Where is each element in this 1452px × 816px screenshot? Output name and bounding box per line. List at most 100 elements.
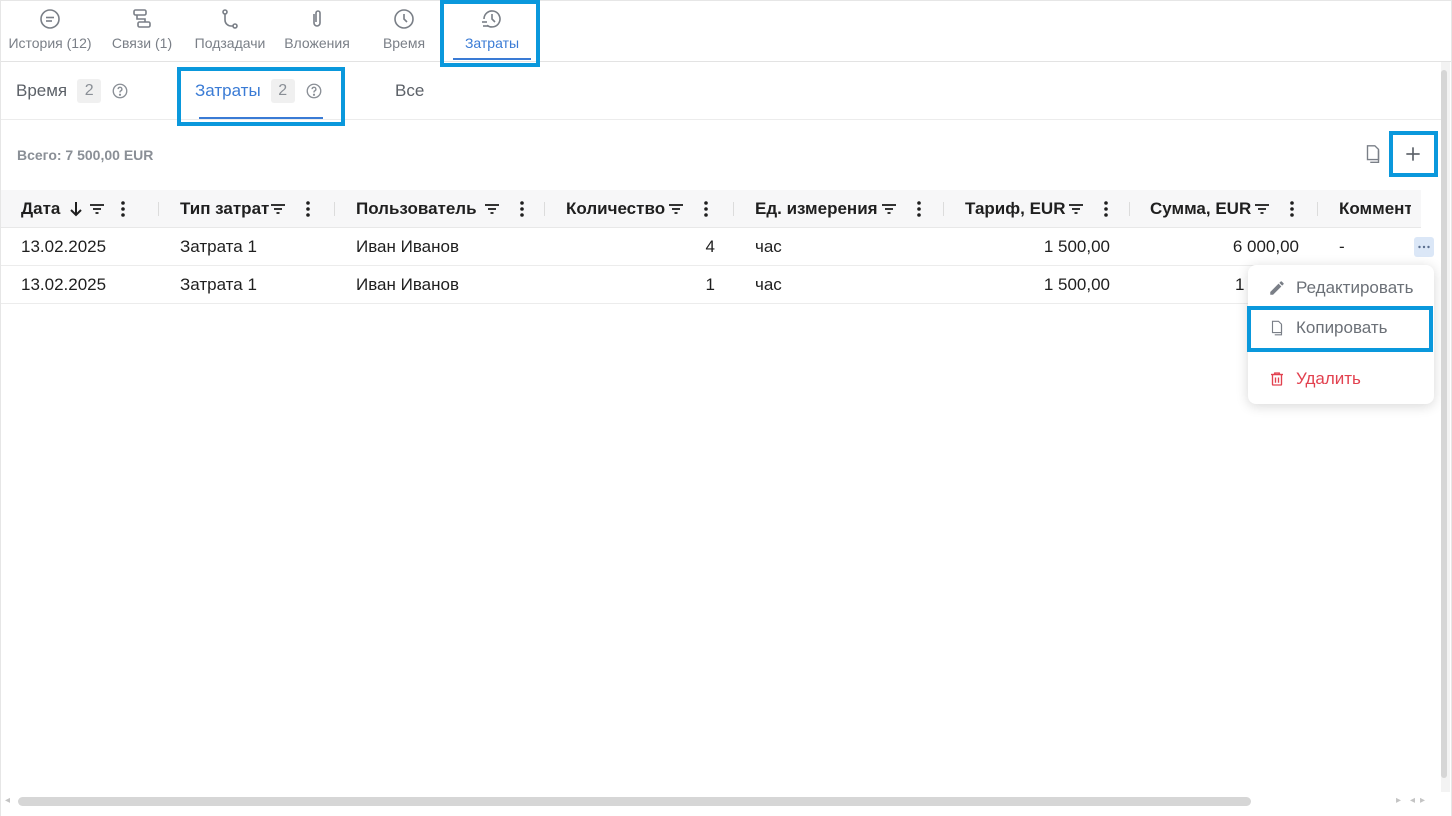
tab-attachments[interactable]: Вложения (280, 1, 354, 61)
sub-tab-bar: Время 2 Затраты 2 Все (1, 62, 1441, 120)
cell-rate: 1 500,00 (1043, 275, 1110, 294)
column-label: Тип затрат (180, 199, 270, 218)
cell-unit: час (755, 237, 782, 256)
copy-icon (1271, 320, 1283, 336)
cell-type: Затрата 1 (180, 275, 257, 294)
column-header-rate[interactable]: Тариф, EUR (965, 190, 1109, 228)
column-header-user[interactable]: Пользователь (356, 190, 525, 228)
filter-icon[interactable] (1253, 200, 1271, 218)
clock-icon (394, 9, 414, 29)
add-cost-button[interactable] (1398, 139, 1428, 169)
paperclip-icon (313, 10, 321, 27)
scroll-left-arrow-icon[interactable]: ◂ (1410, 795, 1415, 806)
cell-quantity: 1 (705, 275, 715, 294)
subtab-costs[interactable]: Затраты 2 (195, 62, 323, 120)
tab-subtasks[interactable]: Подзадачи (190, 1, 270, 61)
scroll-left-arrow-icon[interactable]: ◂ (5, 795, 10, 806)
menu-item-delete[interactable]: Удалить (1248, 360, 1434, 398)
column-menu-icon[interactable] (916, 200, 922, 218)
column-header-comment[interactable]: Коммент (1339, 190, 1411, 228)
cell-rate: 1 500,00 (1043, 237, 1110, 256)
tab-history-label: История (12) (8, 35, 92, 51)
column-header-date[interactable]: Дата (21, 190, 126, 228)
column-label: Пользователь (356, 199, 477, 218)
plus-icon (1406, 147, 1420, 161)
column-separator[interactable] (943, 202, 944, 216)
filter-icon[interactable] (483, 200, 501, 218)
help-icon[interactable] (305, 82, 323, 100)
column-header-quantity[interactable]: Количество (566, 190, 709, 228)
cell-type: Затрата 1 (180, 237, 257, 256)
table-row[interactable]: 13.02.2025 Затрата 1 Иван Иванов 1 час 1… (1, 266, 1421, 304)
costs-table: Дата Тип затрат Пользователь Количество … (1, 190, 1421, 304)
column-label: Ед. измерения (755, 199, 878, 218)
filter-icon[interactable] (667, 200, 685, 218)
trash-icon (1271, 372, 1283, 386)
row-context-menu: Редактировать Копировать Удалить (1248, 265, 1434, 404)
row-actions-button[interactable] (1414, 237, 1434, 257)
column-header-unit[interactable]: Ед. измерения (755, 190, 922, 228)
column-separator[interactable] (158, 202, 159, 216)
tab-time-label: Время (382, 35, 426, 51)
tab-links[interactable]: Связи (1) (109, 1, 175, 61)
tab-links-label: Связи (1) (111, 35, 173, 51)
cell-date: 13.02.2025 (21, 237, 107, 256)
subtab-costs-count: 2 (270, 79, 295, 103)
menu-item-label: Удалить (1296, 369, 1361, 388)
filter-icon[interactable] (880, 200, 898, 218)
tab-costs[interactable]: Затраты (447, 1, 537, 61)
subtab-time[interactable]: Время 2 (16, 62, 129, 120)
tab-history[interactable]: История (12) (5, 1, 95, 61)
column-label: Количество (566, 199, 666, 218)
column-separator[interactable] (1129, 202, 1130, 216)
subtab-time-label: Время (16, 81, 68, 100)
menu-item-edit[interactable]: Редактировать (1248, 269, 1434, 307)
menu-item-copy[interactable]: Копировать (1248, 309, 1434, 347)
column-menu-icon[interactable] (519, 200, 525, 218)
cell-unit: час (755, 275, 782, 294)
table-row[interactable]: 13.02.2025 Затрата 1 Иван Иванов 4 час 1… (1, 228, 1421, 266)
column-header-sum[interactable]: Сумма, EUR (1150, 190, 1295, 228)
scroll-right-arrow-icon[interactable]: ▸ (1396, 795, 1401, 806)
subtasks-icon (222, 9, 238, 29)
tab-costs-label: Затраты (464, 35, 520, 51)
help-icon[interactable] (111, 82, 129, 100)
column-menu-icon[interactable] (305, 200, 311, 218)
subtab-all[interactable]: Все (395, 62, 424, 120)
table-header: Дата Тип затрат Пользователь Количество … (1, 190, 1421, 228)
column-separator[interactable] (544, 202, 545, 216)
page-frame (0, 0, 1452, 816)
tab-time[interactable]: Время (376, 1, 432, 61)
top-tab-bar: История (12) Связи (1) Подзадачи Вложени… (1, 1, 1451, 62)
copy-button[interactable] (1362, 143, 1384, 165)
column-separator[interactable] (733, 202, 734, 216)
history-chat-icon (40, 9, 60, 29)
more-horizontal-icon (1418, 245, 1430, 249)
column-label: Дата (21, 199, 61, 218)
tab-attachments-label: Вложения (284, 35, 350, 51)
column-menu-icon[interactable] (120, 200, 126, 218)
subtab-costs-label: Затраты (195, 81, 261, 100)
costs-clock-icon (482, 10, 501, 28)
filter-icon[interactable] (1067, 200, 1085, 218)
horizontal-scrollbar[interactable] (18, 797, 1251, 806)
vertical-scrollbar[interactable] (1441, 70, 1447, 778)
sort-desc-icon[interactable] (68, 200, 84, 218)
subtab-all-label: Все (395, 81, 425, 100)
column-menu-icon[interactable] (1103, 200, 1109, 218)
menu-item-label: Редактировать (1296, 278, 1414, 297)
column-separator[interactable] (1317, 202, 1318, 216)
cell-sum: 6 000,00 (1232, 237, 1299, 256)
column-header-type[interactable]: Тип затрат (180, 190, 311, 228)
subtab-time-count: 2 (77, 79, 102, 103)
scroll-right-arrow-icon[interactable]: ▸ (1420, 795, 1425, 806)
column-separator[interactable] (334, 202, 335, 216)
cell-user: Иван Иванов (356, 275, 460, 294)
filter-icon[interactable] (88, 200, 106, 218)
total-amount: Всего: 7 500,00 EUR (17, 147, 154, 163)
copy-icon (1366, 145, 1380, 163)
column-menu-icon[interactable] (1289, 200, 1295, 218)
cell-date: 13.02.2025 (21, 275, 107, 294)
filter-icon[interactable] (269, 200, 287, 218)
column-menu-icon[interactable] (703, 200, 709, 218)
